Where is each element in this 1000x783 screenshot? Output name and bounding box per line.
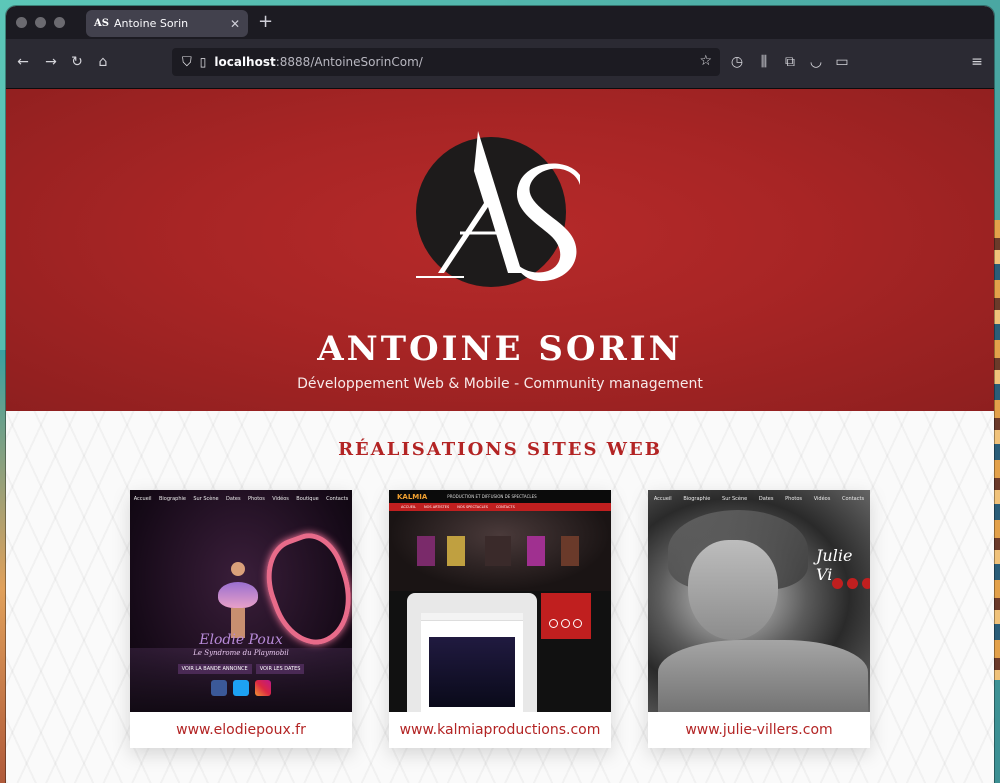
thumb-tablet [407,593,537,712]
thumb-menu-item: Accueil [653,496,672,502]
page-icon[interactable]: ▯ [200,55,207,69]
thumb-dates-button: VOIR LES DATES [255,664,305,674]
thumb-poster [561,536,579,566]
twitter-icon [847,578,858,589]
kalmia-screenshot[interactable]: KALMIA PRODUCTION ET DIFFUSION DE SPECTA… [389,490,611,712]
thumb-menu-item: Biographie [158,496,186,502]
favicon-icon: AS [94,17,109,29]
thumb-menu: ACCUEIL NOS ARTISTES NOS SPECTACLES CONT… [389,503,611,511]
browser-window: AS Antoine Sorin ✕ + ← → ↻ ⌂ ⛉ ▯ localho… [6,6,994,783]
extensions-icon[interactable]: ⧉ [781,54,799,70]
thumb-menu-item: Contacts [842,496,865,502]
home-icon[interactable]: ⌂ [94,54,112,70]
thumb-menu-item: Sur Scène [193,496,219,502]
thumb-menu-item: Photos [785,496,803,502]
tab-title: Antoine Sorin [114,17,189,30]
address-bar[interactable]: ⛉ ▯ localhost :8888/AntoineSorinCom/ ☆ [172,48,720,76]
thumb-menu-item: Sur Scène [722,496,748,502]
thumb-stage [389,511,611,591]
site-owner-name: ANTOINE SORIN [317,329,683,369]
facebook-icon [211,680,227,696]
twitter-icon [233,680,249,696]
portfolio-card-elodiepoux[interactable]: Accueil Biographie Sur Scène Dates Photo… [130,490,352,748]
thumb-social-box [541,593,591,639]
portfolio-card-kalmia[interactable]: KALMIA PRODUCTION ET DIFFUSION DE SPECTA… [389,490,611,748]
card-link-kalmia[interactable]: www.kalmiaproductions.com [389,712,611,748]
new-tab-button[interactable]: + [258,12,273,32]
hero-banner: ANTOINE SORIN Développement Web & Mobile… [6,89,994,411]
thumb-menu: Accueil Biographie Sur Scène Dates Photo… [130,496,352,502]
thumb-portrait-body [658,640,868,712]
thumb-poster [447,536,465,566]
thumb-menu-item: Boutique [296,496,319,502]
as-logo-icon [416,131,580,282]
thumb-menu: Accueil Biographie Sur Scène Dates Photo… [648,496,870,502]
close-tab-icon[interactable]: ✕ [230,17,240,31]
facebook-icon [832,578,843,589]
pocket-icon[interactable]: ◡ [807,54,825,70]
url-path: :8888/AntoineSorinCom/ [275,55,423,69]
bookmark-star-icon[interactable]: ☆ [699,53,712,69]
close-window-button[interactable] [16,17,27,28]
window-controls [16,17,65,28]
web-page: ANTOINE SORIN Développement Web & Mobile… [6,89,994,783]
sidebar-icon[interactable]: ▭ [833,54,851,70]
thumb-poster [485,536,511,566]
thumb-menu-item: Contacts [326,496,349,502]
thumb-buttons: VOIR LA BANDE ANNONCE VOIR LES DATES [130,664,352,674]
portfolio-card-julievillers[interactable]: Accueil Biographie Sur Scène Dates Photo… [648,490,870,748]
hero-subtitle: Développement Web & Mobile - Community m… [297,376,703,392]
thumb-poster [527,536,545,566]
thumb-menu-item: Biographie [683,496,711,502]
shield-icon[interactable]: ⛉ [182,55,192,70]
card-link-julievillers[interactable]: www.julie-villers.com [648,712,870,748]
thumb-header: KALMIA PRODUCTION ET DIFFUSION DE SPECTA… [389,490,611,503]
history-icon[interactable]: ◷ [728,54,746,70]
thumb-menu-item: ACCUEIL [401,505,416,509]
thumb-tagline: Le Syndrome du Playmobil [193,649,289,657]
thumb-portrait-face [688,540,778,640]
thumb-social-icons [130,680,352,696]
thumb-menu-item: Dates [758,496,774,502]
thumb-menu-item: Dates [226,496,241,502]
thumb-social-icons [832,578,870,589]
tab-bar: AS Antoine Sorin ✕ + [6,6,994,39]
minimize-window-button[interactable] [35,17,46,28]
tab-antoine-sorin[interactable]: AS Antoine Sorin ✕ [86,10,248,37]
forward-icon[interactable]: → [42,54,60,70]
thumb-brand: KALMIA [397,492,428,501]
thumb-menu-item: NOS SPECTACLES [457,505,488,509]
thumb-menu-item: Vidéos [272,496,289,502]
thumb-tagline: PRODUCTION ET DIFFUSION DE SPECTACLES [447,494,537,499]
card-link-elodiepoux[interactable]: www.elodiepoux.fr [130,712,352,748]
thumb-artist-name: Elodie Poux [199,632,283,648]
portfolio-section: RÉALISATIONS SITES WEB Accueil Biographi… [6,411,994,783]
url-host: localhost [214,55,276,69]
dancer-figure [218,562,258,642]
elodiepoux-screenshot[interactable]: Accueil Biographie Sur Scène Dates Photo… [130,490,352,712]
instagram-icon [255,680,271,696]
maximize-window-button[interactable] [54,17,65,28]
thumb-menu-item: CONTACTS [495,505,515,509]
navigation-toolbar: ← → ↻ ⌂ ⛉ ▯ localhost :8888/AntoineSorin… [6,39,994,89]
instagram-icon [862,578,870,589]
thumb-menu-item: NOS ARTISTES [423,505,450,509]
thumb-menu-item: Vidéos [813,496,831,502]
section-title: RÉALISATIONS SITES WEB [338,439,662,460]
reload-icon[interactable]: ↻ [68,54,86,70]
thumb-menu-item: Accueil [133,496,152,502]
menu-icon[interactable]: ≡ [968,54,986,70]
thumb-poster [417,536,435,566]
thumb-trailer-button: VOIR LA BANDE ANNONCE [177,664,252,674]
back-icon[interactable]: ← [14,54,32,70]
thumb-menu-item: Photos [247,496,265,502]
julievillers-screenshot[interactable]: Accueil Biographie Sur Scène Dates Photo… [648,490,870,712]
library-icon[interactable]: ⫼ [755,54,773,70]
